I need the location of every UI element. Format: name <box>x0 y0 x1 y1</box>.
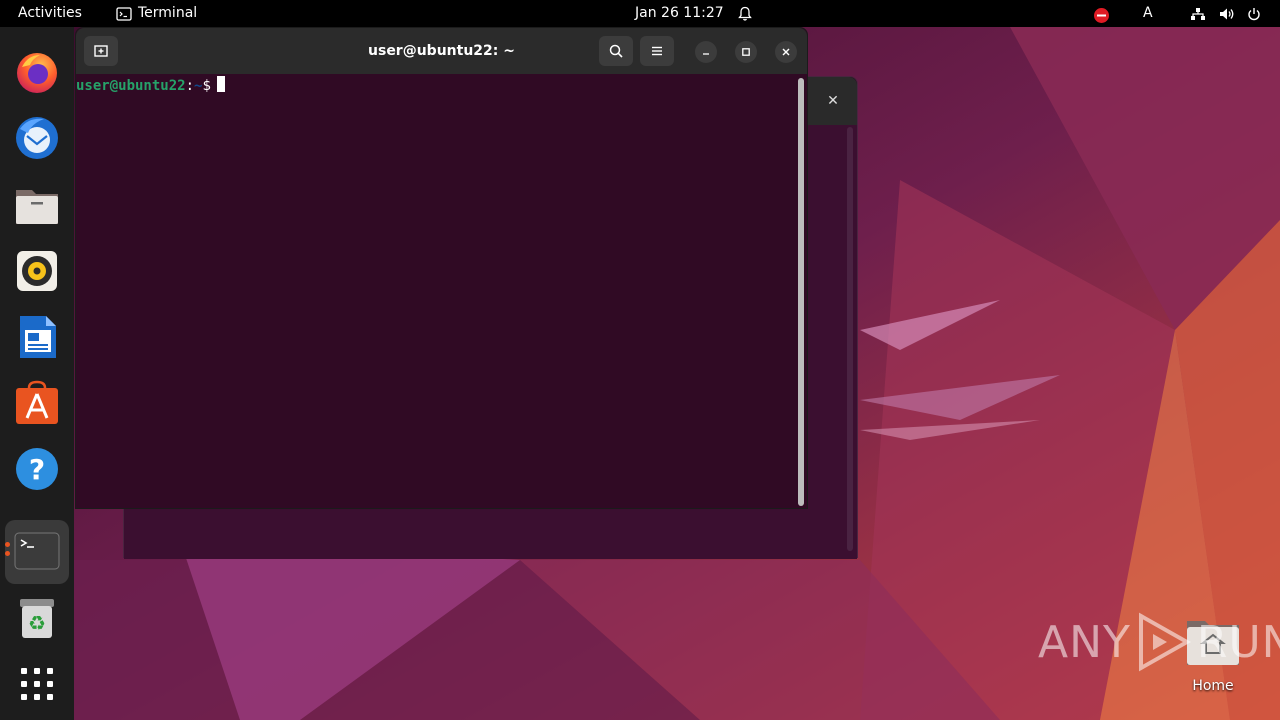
dock-help-icon[interactable]: ? <box>14 446 60 492</box>
running-indicator <box>5 551 10 556</box>
anyrun-watermark: ANY RUN <box>1038 612 1280 672</box>
app-menu[interactable]: Terminal <box>116 0 197 27</box>
power-icon[interactable] <box>1247 0 1261 27</box>
volume-icon[interactable] <box>1219 0 1235 27</box>
maximize-button[interactable] <box>735 41 757 63</box>
maximize-icon <box>742 48 750 56</box>
activities-button[interactable]: Activities <box>18 0 82 27</box>
top-bar: Activities Terminal Jan 26 11:27 A <box>0 0 1280 27</box>
dock-files-icon[interactable] <box>14 182 60 228</box>
terminal-headerbar: user@ubuntu22: ~ <box>76 28 807 74</box>
shell-prompt: user@ubuntu22:~$ <box>76 76 225 96</box>
text-cursor <box>216 76 225 92</box>
clock[interactable]: Jan 26 11:27 <box>635 0 724 27</box>
menu-button[interactable] <box>640 36 674 66</box>
prompt-symbol: $ <box>202 78 211 94</box>
desktop-home-label[interactable]: Home <box>1170 678 1256 694</box>
dock-thunderbird-icon[interactable] <box>14 115 60 161</box>
app-menu-label: Terminal <box>138 5 198 21</box>
play-logo-icon <box>1138 612 1191 672</box>
dock-firefox-icon[interactable] <box>14 49 60 95</box>
terminal-window: user@ubuntu22: ~ user@ubuntu22:~$ <box>75 27 808 509</box>
watermark-right-text: RUN <box>1196 616 1280 668</box>
terminal-output-area[interactable]: user@ubuntu22:~$ <box>76 74 800 508</box>
running-indicator <box>5 542 10 547</box>
show-applications-grid-icon[interactable] <box>14 661 60 707</box>
dock-rhythmbox-icon[interactable] <box>14 248 60 294</box>
dock-trash-icon[interactable]: ♻ <box>14 595 60 641</box>
keyboard-layout-indicator[interactable]: A <box>1143 0 1153 27</box>
search-button[interactable] <box>599 36 633 66</box>
watermark-left-text: ANY <box>1038 616 1131 668</box>
close-icon <box>782 48 790 56</box>
new-tab-icon <box>94 45 108 57</box>
minimize-icon <box>703 53 709 55</box>
terminal-scrollbar[interactable] <box>798 78 804 506</box>
svg-text:♻: ♻ <box>28 611 46 635</box>
notification-bell-icon[interactable] <box>738 0 752 27</box>
close-button[interactable] <box>775 41 797 63</box>
background-dialog-close-icon[interactable]: ✕ <box>823 91 843 111</box>
minimize-button[interactable] <box>695 41 717 63</box>
background-dialog-scrollbar[interactable] <box>847 127 853 551</box>
prompt-user-host: user@ubuntu22 <box>76 78 186 94</box>
new-tab-button[interactable] <box>84 36 118 66</box>
svg-text:?: ? <box>29 453 45 486</box>
search-icon <box>609 44 623 58</box>
do-not-disturb-icon[interactable] <box>1094 6 1109 23</box>
terminal-app-icon <box>116 6 132 21</box>
dock: ? ♻ <box>0 27 74 720</box>
prompt-separator: : <box>185 78 195 94</box>
network-icon[interactable] <box>1190 0 1206 27</box>
dock-terminal-icon[interactable] <box>14 529 60 575</box>
hamburger-menu-icon <box>652 46 662 56</box>
dock-ubuntu-software-icon[interactable] <box>14 380 60 426</box>
dock-libreoffice-writer-icon[interactable] <box>14 314 60 360</box>
